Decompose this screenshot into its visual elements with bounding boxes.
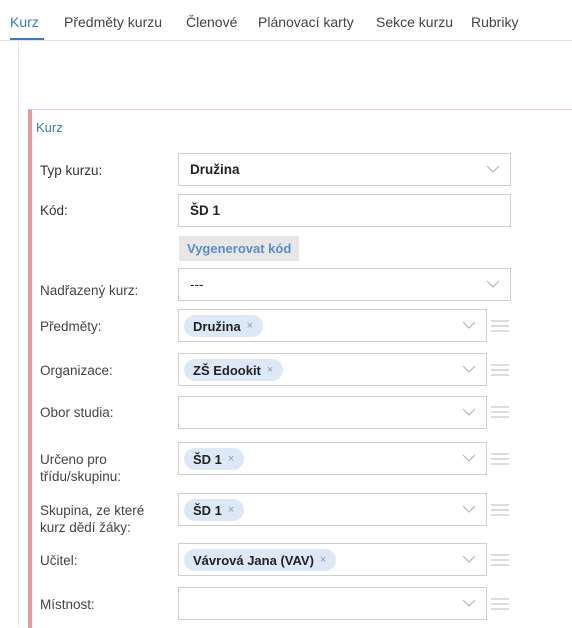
chip-zs-edookit: ZŠ Edookit × xyxy=(184,359,284,381)
skupina-multiselect[interactable]: ŠD 1 × xyxy=(178,493,487,526)
obor-studia-multiselect[interactable] xyxy=(178,396,487,429)
label-line: třídu/skupinu: xyxy=(40,469,122,484)
tab-rubriky[interactable]: Rubriky xyxy=(471,14,518,30)
drag-handle-icon[interactable] xyxy=(491,363,509,377)
chevron-down-icon xyxy=(486,280,500,288)
kod-value: ŠD 1 xyxy=(190,203,221,218)
chip-sd1: ŠD 1 × xyxy=(184,499,245,521)
drag-handle-icon[interactable] xyxy=(491,452,509,466)
drag-handle-icon[interactable] xyxy=(491,503,509,517)
kod-input[interactable]: ŠD 1 xyxy=(178,194,511,227)
tab-sekce-kurzu[interactable]: Sekce kurzu xyxy=(376,14,453,30)
remove-chip-icon[interactable]: × xyxy=(320,554,326,566)
chip-sd1: ŠD 1 × xyxy=(184,448,245,470)
label-nadrazeny-kurz: Nadřazený kurz: xyxy=(40,283,139,298)
chip-label: Vávrová Jana (VAV) xyxy=(193,552,314,568)
section-title: Kurz xyxy=(36,120,63,135)
chevron-down-icon xyxy=(486,165,500,173)
drag-handle-icon[interactable] xyxy=(491,553,509,567)
chevron-down-icon xyxy=(462,555,476,563)
label-mistnost: Místnost: xyxy=(40,597,95,612)
drag-handle-icon[interactable] xyxy=(491,597,509,611)
organizace-multiselect[interactable]: ZŠ Edookit × xyxy=(178,353,487,386)
typ-kurzu-value: Družina xyxy=(190,162,240,177)
predmety-multiselect[interactable]: Družina × xyxy=(178,309,487,342)
remove-chip-icon[interactable]: × xyxy=(228,453,234,465)
remove-chip-icon[interactable]: × xyxy=(228,504,234,516)
chip-vavrova-jana: Vávrová Jana (VAV) × xyxy=(184,549,337,571)
chip-label: ŠD 1 xyxy=(193,502,222,518)
chevron-down-icon xyxy=(462,454,476,462)
chevron-down-icon xyxy=(462,599,476,607)
label-organizace: Organizace: xyxy=(40,363,113,378)
tab-bar: Kurz Předměty kurzu Členové Plánovací ka… xyxy=(0,0,572,41)
chip-label: ŠD 1 xyxy=(193,451,222,467)
generate-code-button[interactable]: Vygenerovat kód xyxy=(179,236,300,261)
chevron-down-icon xyxy=(462,408,476,416)
chip-druzina: Družina × xyxy=(184,315,264,337)
chip-label: ZŠ Edookit xyxy=(193,362,261,378)
mistnost-multiselect[interactable] xyxy=(178,587,487,620)
typ-kurzu-select[interactable]: Družina xyxy=(178,153,511,186)
chevron-down-icon xyxy=(462,505,476,513)
label-kod: Kód: xyxy=(40,203,68,218)
tab-clenove[interactable]: Členové xyxy=(186,14,237,30)
nadrazeny-kurz-select[interactable]: --- xyxy=(178,268,511,301)
tab-planovaci-karty[interactable]: Plánovací karty xyxy=(258,14,354,30)
remove-chip-icon[interactable]: × xyxy=(267,364,273,376)
chevron-down-icon xyxy=(462,321,476,329)
tab-kurz[interactable]: Kurz xyxy=(10,14,39,30)
label-line: Skupina, ze které xyxy=(40,503,145,518)
tab-predmety-kurzu[interactable]: Předměty kurzu xyxy=(64,14,162,30)
drag-handle-icon[interactable] xyxy=(491,405,509,419)
label-line: Určeno pro xyxy=(40,452,107,467)
urceno-pro-multiselect[interactable]: ŠD 1 × xyxy=(178,442,487,475)
label-skupina: Skupina, ze které kurz dědí žáky: xyxy=(40,502,144,536)
label-obor-studia: Obor studia: xyxy=(40,405,114,420)
ucitel-multiselect[interactable]: Vávrová Jana (VAV) × xyxy=(178,543,487,576)
remove-chip-icon[interactable]: × xyxy=(247,320,253,332)
chevron-down-icon xyxy=(462,365,476,373)
label-ucitel: Učitel: xyxy=(40,553,78,568)
label-typ-kurzu: Typ kurzu: xyxy=(40,163,103,178)
nadrazeny-kurz-value: --- xyxy=(190,277,204,292)
label-urceno-pro: Určeno pro třídu/skupinu: xyxy=(40,451,121,485)
drag-handle-icon[interactable] xyxy=(491,319,509,333)
label-line: kurz dědí žáky: xyxy=(40,520,131,535)
chip-label: Družina xyxy=(193,318,241,334)
label-predmety: Předměty: xyxy=(40,319,102,334)
